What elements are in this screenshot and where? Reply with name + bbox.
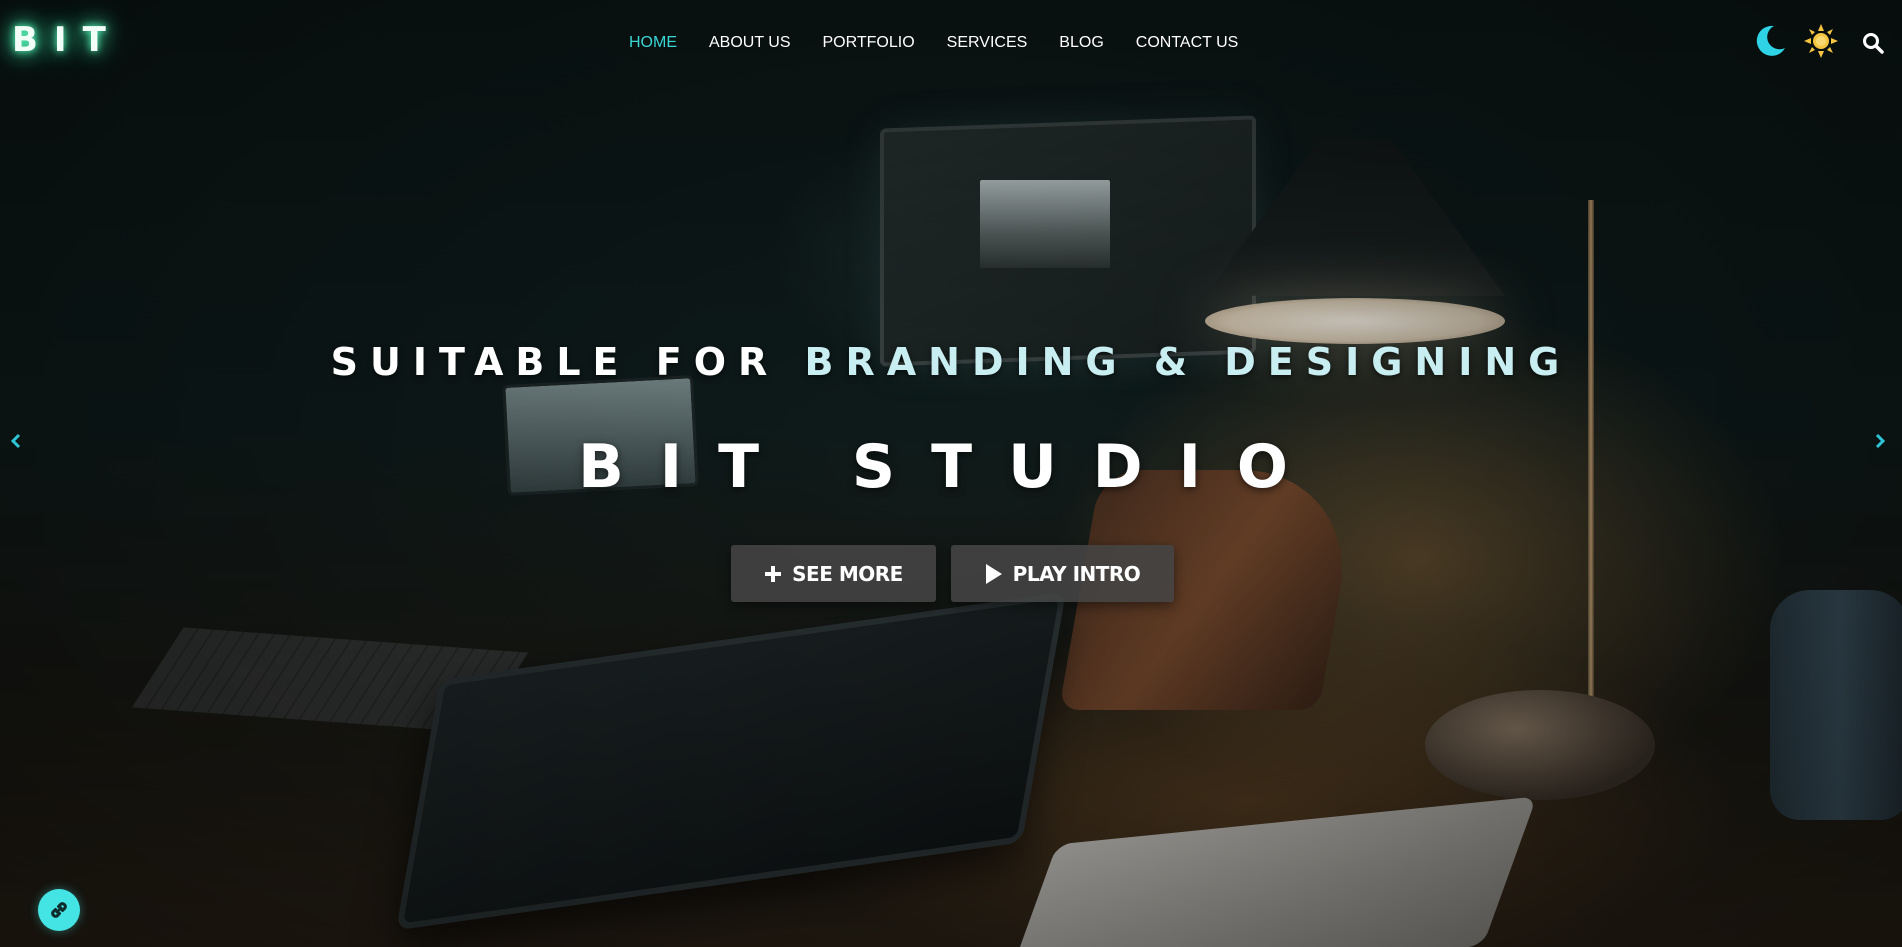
chevron-right-icon[interactable] [1870, 430, 1890, 452]
hero-subtitle: SUITABLE FOR BRANDING & DESIGNING [0, 340, 1902, 384]
hero-section: BIT HOME ABOUT US PORTFOLIO SERVICES BLO… [0, 0, 1902, 947]
plus-icon [765, 565, 782, 582]
main-nav: HOME ABOUT US PORTFOLIO SERVICES BLOG CO… [629, 33, 1270, 53]
play-intro-button[interactable]: PLAY INTRO [951, 545, 1174, 602]
link-icon [51, 902, 67, 918]
moon-icon[interactable] [1752, 23, 1788, 59]
hero-title: BIT STUDIO [578, 432, 1324, 502]
sun-icon[interactable] [1803, 23, 1839, 59]
hero-subtitle-prefix: SUITABLE FOR [330, 340, 805, 384]
link-button[interactable] [38, 889, 80, 931]
hero-subtitle-highlight: BRANDING & DESIGNING [804, 340, 1572, 384]
chevron-left-icon[interactable] [6, 430, 26, 452]
nav-item-services[interactable]: SERVICES [947, 33, 1028, 53]
play-icon [985, 563, 1002, 584]
nav-item-blog[interactable]: BLOG [1059, 33, 1103, 53]
see-more-button[interactable]: SEE MORE [731, 545, 936, 602]
nav-item-contact-us[interactable]: CONTACT US [1136, 33, 1239, 53]
nav-item-portfolio[interactable]: PORTFOLIO [823, 33, 915, 53]
see-more-label: SEE MORE [792, 561, 903, 586]
nav-item-home[interactable]: HOME [629, 33, 677, 53]
nav-item-about-us[interactable]: ABOUT US [709, 33, 791, 53]
search-icon[interactable] [1862, 32, 1884, 54]
play-intro-label: PLAY INTRO [1012, 561, 1141, 586]
site-logo[interactable]: BIT [12, 20, 122, 60]
